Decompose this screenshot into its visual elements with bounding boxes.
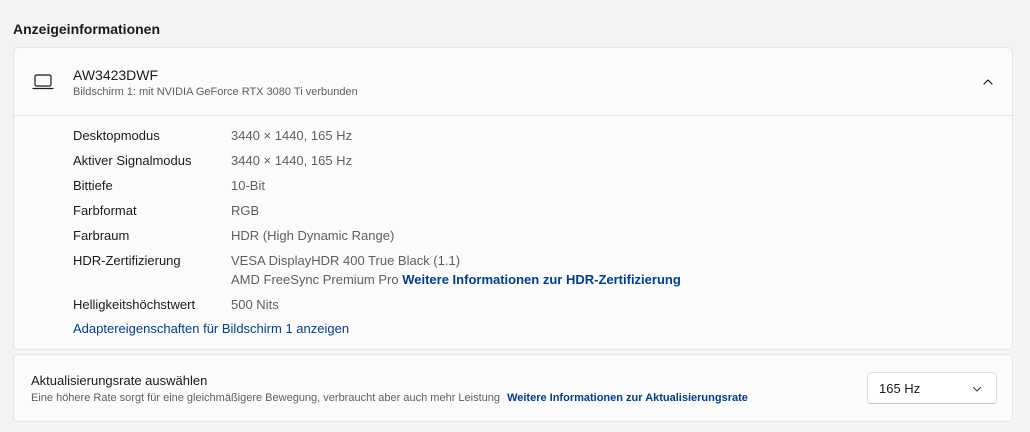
- refresh-rate-card: Aktualisierungsrate auswählen Eine höher…: [13, 354, 1013, 422]
- detail-value: 3440 × 1440, 165 Hz: [231, 153, 353, 168]
- display-header[interactable]: AW3423DWF Bildschirm 1: mit NVIDIA GeFor…: [14, 48, 1012, 116]
- detail-value: 3440 × 1440, 165 Hz: [231, 128, 353, 143]
- detail-label: Desktopmodus: [73, 128, 160, 143]
- detail-value: RGB: [231, 203, 260, 218]
- section-title: Anzeigeinformationen: [13, 21, 161, 37]
- refresh-rate-info-link[interactable]: Weitere Informationen zur Aktualisierung…: [507, 392, 748, 404]
- detail-label: Bittiefe: [73, 178, 113, 193]
- refresh-rate-title: Aktualisierungsrate auswählen: [31, 373, 208, 388]
- detail-label: Aktiver Signalmodus: [73, 153, 192, 168]
- adapter-properties-link[interactable]: Adaptereigenschaften für Bildschirm 1 an…: [73, 321, 349, 336]
- detail-value-group: VESA DisplayHDR 400 True Black (1.1) AMD…: [231, 251, 681, 295]
- detail-label: Farbraum: [73, 228, 130, 243]
- detail-value-secondary: AMD FreeSync Premium Pro: [231, 272, 399, 287]
- detail-value: VESA DisplayHDR 400 True Black (1.1): [231, 253, 461, 268]
- detail-label: HDR-Zertifizierung: [73, 253, 181, 268]
- hdr-certification-link[interactable]: Weitere Informationen zur HDR-Zertifizie…: [402, 272, 681, 287]
- detail-row-hdr-certification: HDR-Zertifizierung VESA DisplayHDR 400 T…: [73, 251, 681, 295]
- detail-value: 10-Bit: [231, 178, 265, 193]
- display-subtitle: Bildschirm 1: mit NVIDIA GeForce RTX 308…: [73, 86, 358, 98]
- detail-value: 500 Nits: [231, 297, 279, 312]
- detail-row-active-signal-mode: Aktiver Signalmodus 3440 × 1440, 165 Hz: [73, 151, 681, 176]
- laptop-icon: [32, 74, 54, 90]
- detail-value: HDR (High Dynamic Range): [231, 228, 395, 243]
- chevron-down-icon: [972, 386, 982, 392]
- detail-row-color-format: Farbformat RGB: [73, 201, 681, 226]
- refresh-rate-description-text: Eine höhere Rate sorgt für eine gleichmä…: [31, 392, 500, 404]
- refresh-rate-description: Eine höhere Rate sorgt für eine gleichmä…: [31, 392, 748, 404]
- display-details: Desktopmodus 3440 × 1440, 165 Hz Aktiver…: [73, 126, 681, 320]
- detail-row-desktop-mode: Desktopmodus 3440 × 1440, 165 Hz: [73, 126, 681, 151]
- detail-row-peak-brightness: Helligkeitshöchstwert 500 Nits: [73, 295, 681, 320]
- display-info-card: AW3423DWF Bildschirm 1: mit NVIDIA GeFor…: [13, 47, 1013, 350]
- chevron-up-icon: [983, 79, 993, 85]
- refresh-rate-dropdown[interactable]: 165 Hz: [867, 372, 997, 404]
- detail-row-bit-depth: Bittiefe 10-Bit: [73, 176, 681, 201]
- collapse-button[interactable]: [974, 68, 1002, 96]
- detail-label: Farbformat: [73, 203, 137, 218]
- refresh-rate-selected-value: 165 Hz: [879, 381, 921, 396]
- detail-label: Helligkeitshöchstwert: [73, 297, 196, 312]
- detail-row-color-space: Farbraum HDR (High Dynamic Range): [73, 226, 681, 251]
- display-name: AW3423DWF: [73, 67, 159, 83]
